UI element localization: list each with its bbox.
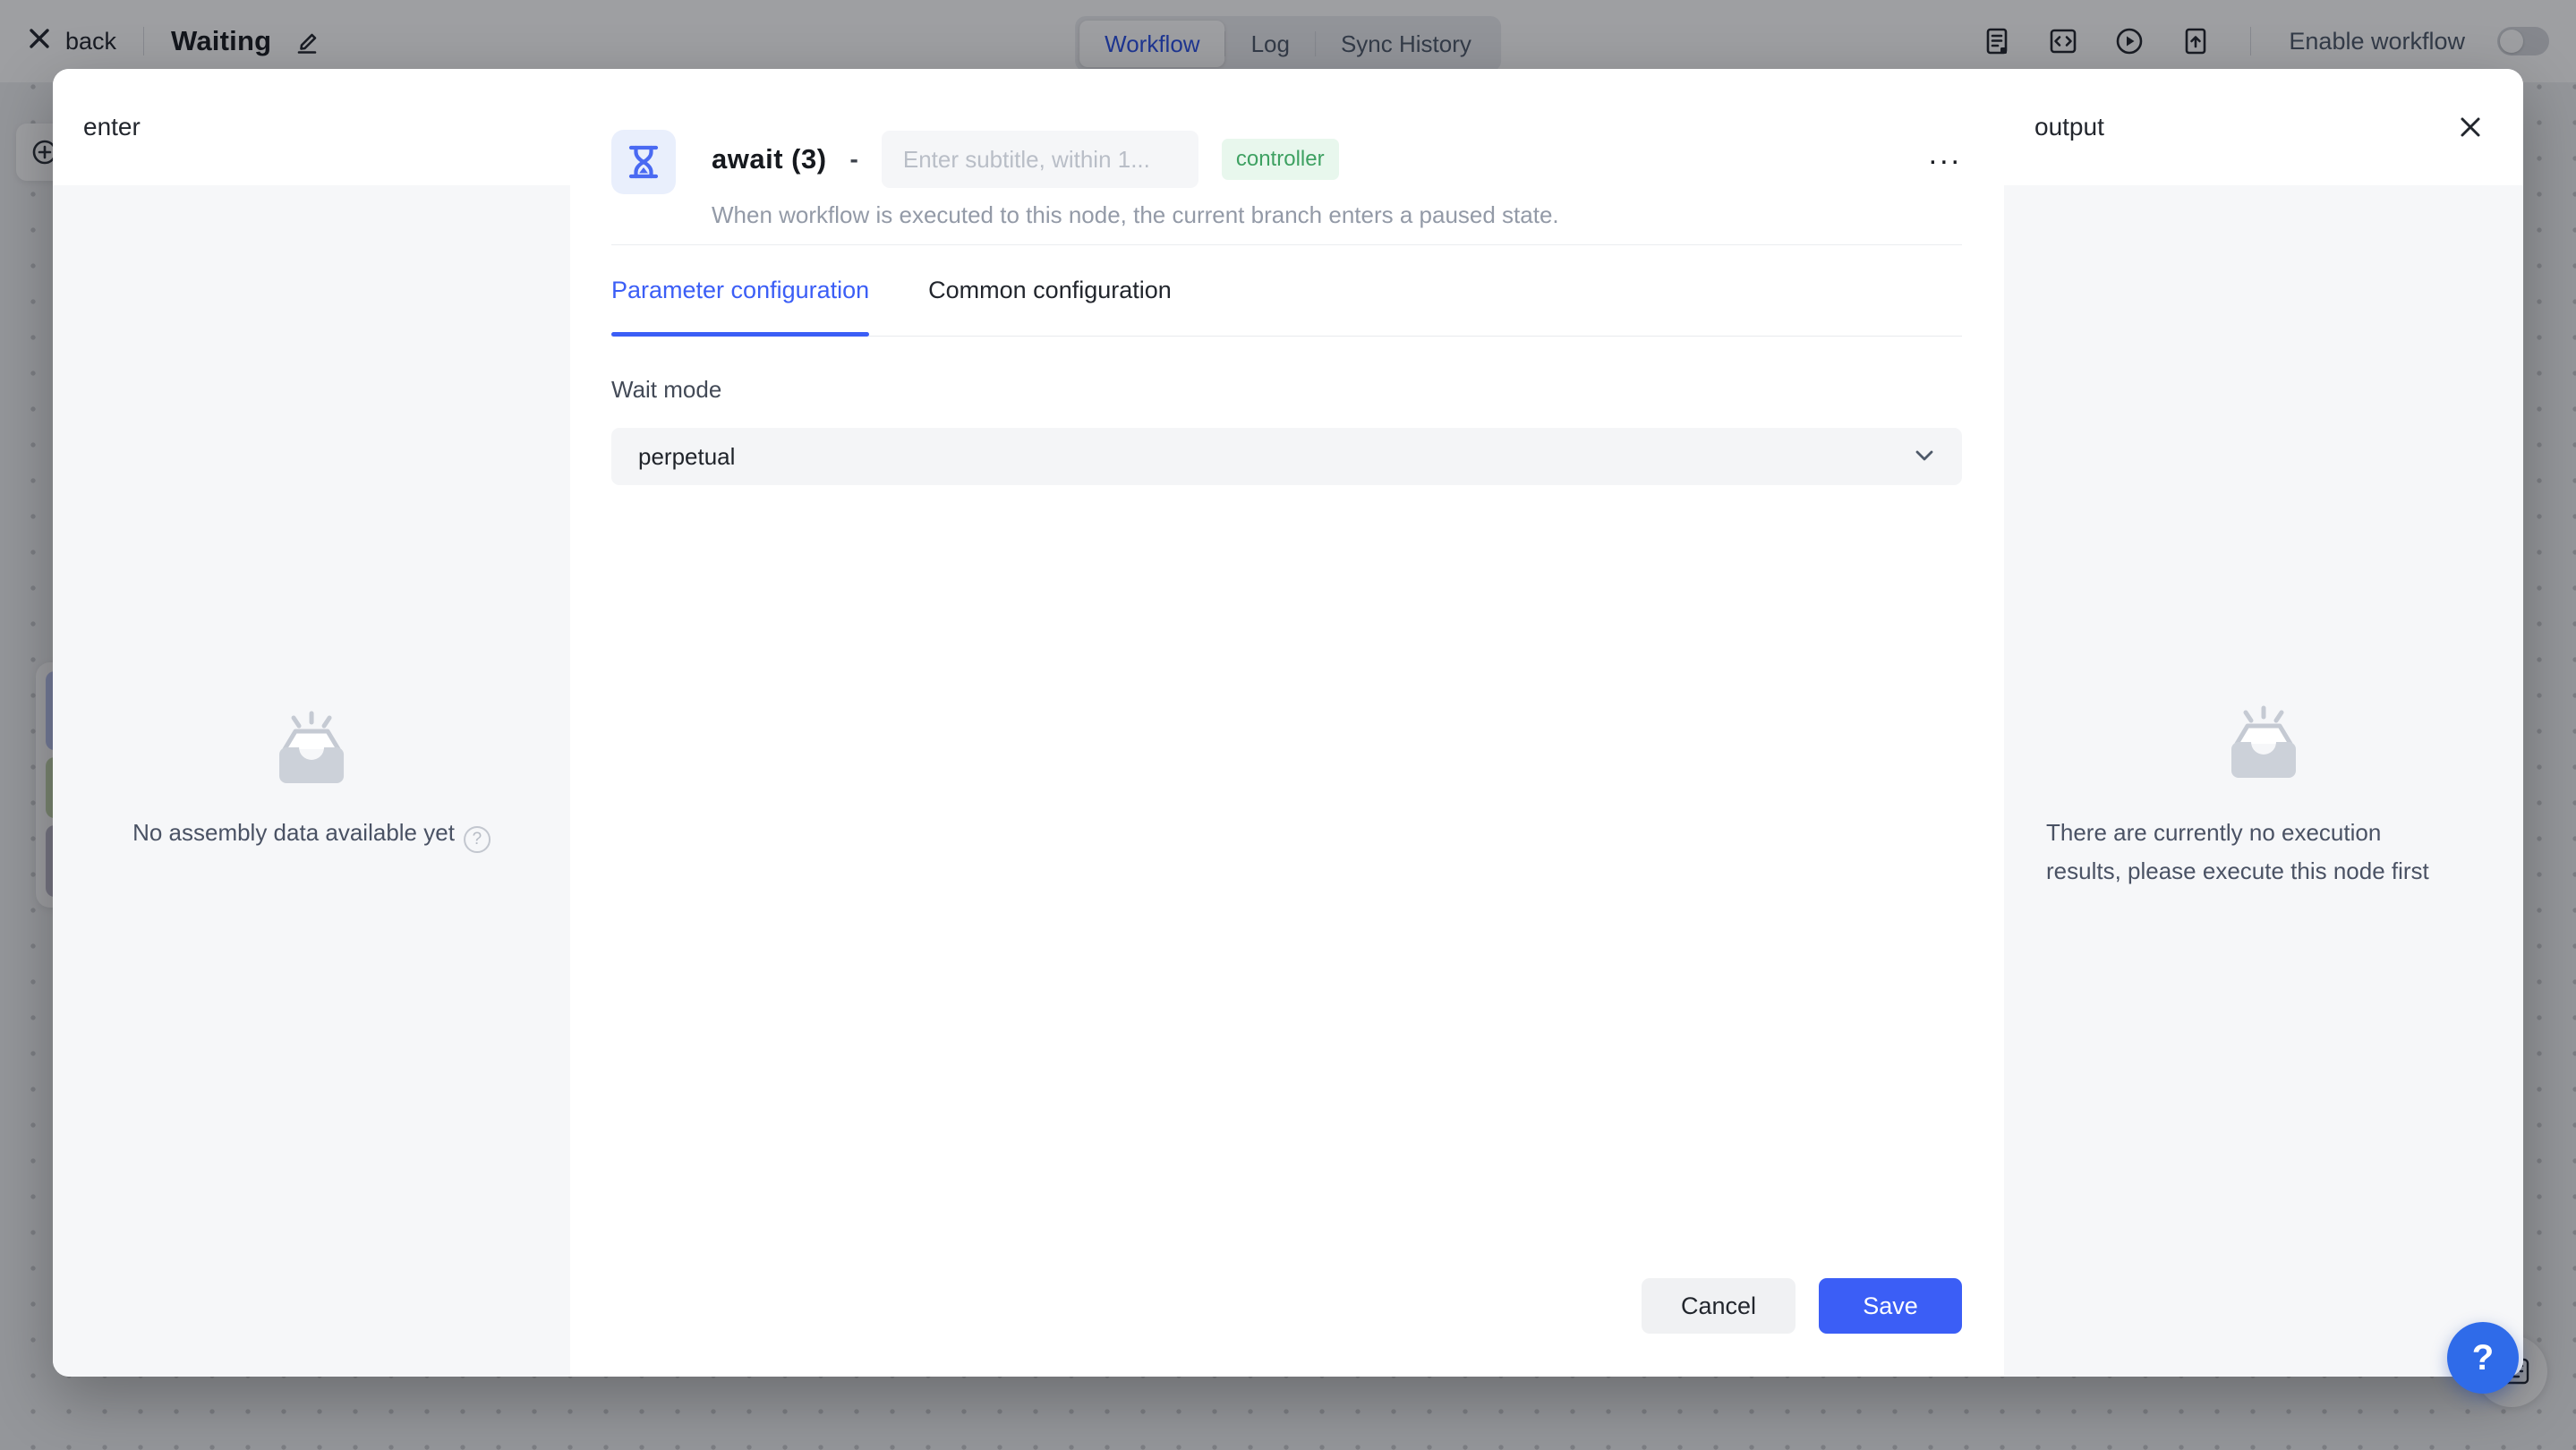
output-panel: output There are currently no execution … [2004, 69, 2523, 1377]
output-panel-body: There are currently no execution results… [2004, 185, 2523, 1377]
subtitle-input[interactable] [881, 131, 1198, 188]
node-header-main: await (3) - controller When workflow is … [712, 130, 1962, 229]
wait-mode-select[interactable]: perpetual [611, 428, 1962, 485]
config-panel: await (3) - controller When workflow is … [570, 69, 2004, 1377]
title-separator: - [849, 145, 858, 173]
help-circle-icon[interactable]: ? [463, 826, 490, 853]
node-config-modal: enter No assembly data available yet? aw… [53, 69, 2523, 1377]
save-button[interactable]: Save [1819, 1278, 1962, 1334]
node-type-badge: controller [1221, 139, 1339, 180]
node-description: When workflow is executed to this node, … [712, 201, 1559, 228]
node-header: await (3) - controller When workflow is … [611, 130, 1962, 229]
node-title-row: await (3) - controller [712, 130, 1962, 189]
wait-mode-label: Wait mode [611, 376, 722, 403]
output-empty-state: There are currently no execution results… [2046, 704, 2481, 891]
output-empty-text-line1: There are currently no execution [2046, 819, 2382, 846]
empty-inbox-icon [279, 711, 344, 783]
close-icon[interactable] [2457, 114, 2484, 141]
wait-mode-value: perpetual [638, 442, 736, 470]
tab-common-configuration[interactable]: Common configuration [928, 245, 1172, 336]
more-menu-button[interactable]: ... [1929, 139, 1962, 169]
app-screen: back Waiting Workflow Log Sync History E… [0, 0, 2576, 1450]
enter-empty-state: No assembly data available yet? [132, 710, 490, 853]
output-panel-header: output [2004, 69, 2523, 185]
enter-panel: enter No assembly data available yet? [53, 69, 570, 1377]
output-panel-title: output [2034, 113, 2104, 141]
cancel-button[interactable]: Cancel [1641, 1278, 1796, 1334]
output-empty-text-line2: results, please execute this node first [2046, 857, 2429, 884]
enter-empty-text: No assembly data available yet [132, 819, 455, 846]
help-button[interactable]: ? [2447, 1322, 2519, 1394]
tab-parameter-configuration[interactable]: Parameter configuration [611, 245, 870, 337]
empty-inbox-icon [2231, 705, 2296, 778]
enter-panel-title: enter [53, 69, 570, 185]
enter-panel-body: No assembly data available yet? [53, 185, 570, 1377]
node-title: await (3) [712, 143, 827, 175]
config-tabs: Parameter configuration Common configura… [611, 245, 1962, 337]
chevron-down-icon [1914, 449, 1935, 464]
hourglass-icon [611, 130, 676, 194]
modal-footer: Cancel Save [611, 1278, 1962, 1334]
